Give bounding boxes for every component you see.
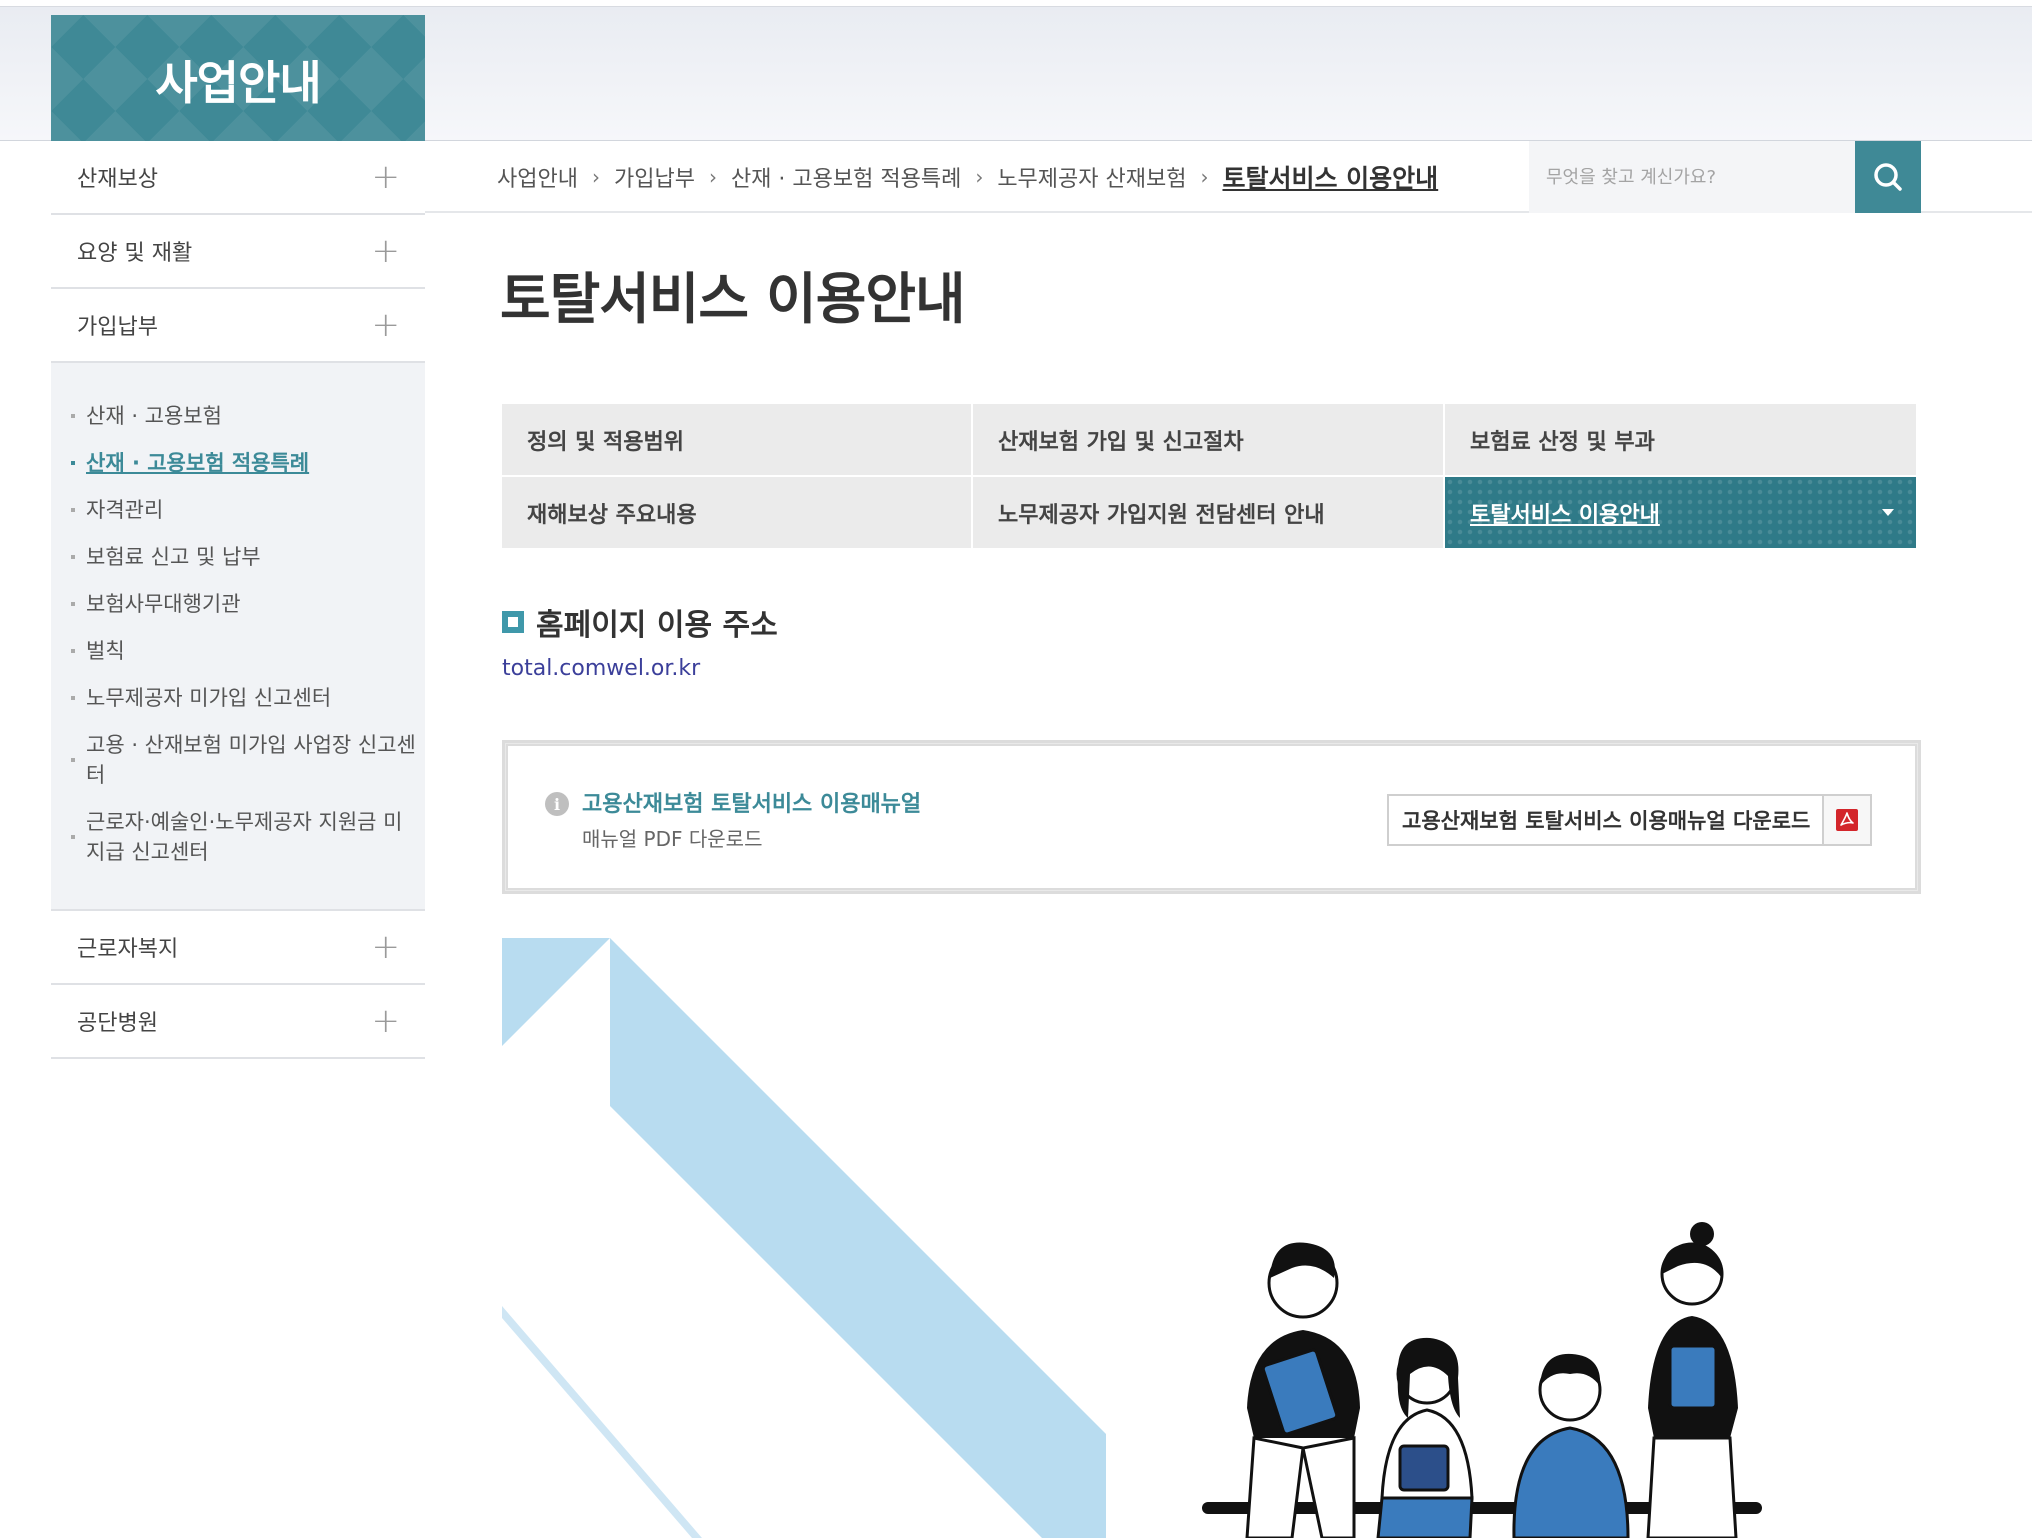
caret-down-icon (1882, 509, 1894, 516)
lnb-item-yoyang[interactable]: 요양 및 재활 + (51, 215, 425, 289)
breadcrumb-item[interactable]: 노무제공자 산재보험 (997, 161, 1186, 193)
square-bullet-icon (502, 611, 524, 633)
lnb-item-label: 산재보상 (77, 167, 158, 192)
lnb-subitem[interactable]: 보험료 신고 및 납부 (51, 542, 425, 572)
lnb-item-label: 가입납부 (77, 315, 158, 340)
search-button[interactable] (1855, 141, 1921, 213)
header-band: 사업안내 (0, 6, 2032, 145)
lnb-item-gaip-nabbu[interactable]: 가입납부 + (51, 289, 425, 363)
section-title: 사업안내 (155, 56, 321, 110)
lnb-item-gongdan-byeongwon[interactable]: 공단병원 + (51, 985, 425, 1059)
section-title-banner: 사업안내 (51, 15, 425, 145)
service-illustration (502, 938, 1918, 1538)
plus-icon: + (371, 927, 401, 967)
lnb-subitem[interactable]: 산재 · 고용보험 (51, 401, 425, 431)
tab-total-service[interactable]: 토탈서비스 이용안내 (1445, 477, 1918, 550)
search-input[interactable] (1546, 166, 1855, 188)
search-icon (1874, 163, 1902, 191)
breadcrumb-item[interactable]: 가입납부 (614, 161, 695, 193)
content-tabs: 정의 및 적용범위 산재보험 가입 및 신고절차 보험료 산정 및 부과 재해보… (502, 404, 1918, 550)
tab-enrollment[interactable]: 산재보험 가입 및 신고절차 (973, 404, 1445, 477)
tab-compensation[interactable]: 재해보상 주요내용 (502, 477, 973, 550)
lnb-subitem[interactable]: 고용 · 산재보험 미가입 사업장 신고센터 (51, 730, 425, 790)
manual-title: 고용산재보험 토탈서비스 이용매뉴얼 (582, 792, 922, 817)
info-icon: i (545, 792, 569, 816)
manual-subtitle: 매뉴얼 PDF 다운로드 (582, 827, 763, 851)
pdf-icon (1822, 796, 1871, 844)
homepage-heading: 홈페이지 이용 주소 (502, 600, 778, 644)
download-label: 고용산재보험 토탈서비스 이용매뉴얼 다운로드 (1402, 809, 1811, 833)
breadcrumb-current[interactable]: 토탈서비스 이용안내 (1222, 159, 1438, 195)
plus-icon: + (371, 157, 401, 197)
homepage-heading-text: 홈페이지 이용 주소 (536, 608, 778, 643)
lnb-item-label: 요양 및 재활 (77, 241, 193, 266)
chevron-right-icon: › (1200, 165, 1209, 189)
plus-icon: + (371, 1001, 401, 1041)
breadcrumb: 사업안내 › 가입납부 › 산재 · 고용보험 적용특례 › 노무제공자 산재보… (497, 157, 1438, 197)
manual-download-box: i 고용산재보험 토탈서비스 이용매뉴얼 매뉴얼 PDF 다운로드 고용산재보험… (502, 740, 1921, 894)
homepage-link[interactable]: total.comwel.or.kr (502, 656, 700, 681)
lnb-item-label: 근로자복지 (77, 937, 179, 962)
lnb-item-geulloja-bokji[interactable]: 근로자복지 + (51, 911, 425, 985)
tab-premium[interactable]: 보험료 산정 및 부과 (1445, 404, 1918, 477)
breadcrumb-item[interactable]: 산재 · 고용보험 적용특례 (731, 161, 961, 193)
tab-label: 노무제공자 가입지원 전담센터 안내 (998, 502, 1325, 528)
lnb-subitem[interactable]: 근로자·예술인·노무제공자 지원금 미지급 신고센터 (51, 807, 425, 867)
page-title: 토탈서비스 이용안내 (500, 267, 966, 331)
chevron-right-icon: › (708, 165, 717, 189)
plus-icon: + (371, 231, 401, 271)
chevron-right-icon: › (591, 165, 600, 189)
lnb-subitem[interactable]: 노무제공자 미가입 신고센터 (51, 683, 425, 713)
lnb-submenu: 산재 · 고용보험 산재 · 고용보험 적용특례 자격관리 보험료 신고 및 납… (51, 363, 425, 911)
search-box (1529, 141, 1855, 213)
lnb-subitem-active[interactable]: 산재 · 고용보험 적용특례 (51, 448, 425, 478)
lnb-item-sanjae-bosang[interactable]: 산재보상 + (51, 141, 425, 215)
tab-label: 산재보험 가입 및 신고절차 (998, 429, 1244, 455)
lnb-subitem[interactable]: 자격관리 (51, 495, 425, 525)
lnb-subitem[interactable]: 보험사무대행기관 (51, 589, 425, 619)
tab-label: 보험료 산정 및 부과 (1470, 429, 1655, 455)
left-navigation: 산재보상 + 요양 및 재활 + 가입납부 + 산재 · 고용보험 산재 · 고… (51, 141, 425, 1059)
tab-label: 정의 및 적용범위 (527, 429, 684, 455)
lnb-subitem[interactable]: 벌칙 (51, 636, 425, 666)
tab-support-center[interactable]: 노무제공자 가입지원 전담센터 안내 (973, 477, 1445, 550)
plus-icon: + (371, 305, 401, 345)
people-illustration (1202, 1222, 1762, 1538)
lnb-item-label: 공단병원 (77, 1011, 158, 1036)
tab-definition[interactable]: 정의 및 적용범위 (502, 404, 973, 477)
tab-label: 토탈서비스 이용안내 (1470, 502, 1660, 528)
breadcrumb-item[interactable]: 사업안내 (497, 161, 578, 193)
manual-download-button[interactable]: 고용산재보험 토탈서비스 이용매뉴얼 다운로드 (1387, 794, 1873, 846)
tab-label: 재해보상 주요내용 (527, 502, 697, 528)
chevron-right-icon: › (975, 165, 984, 189)
